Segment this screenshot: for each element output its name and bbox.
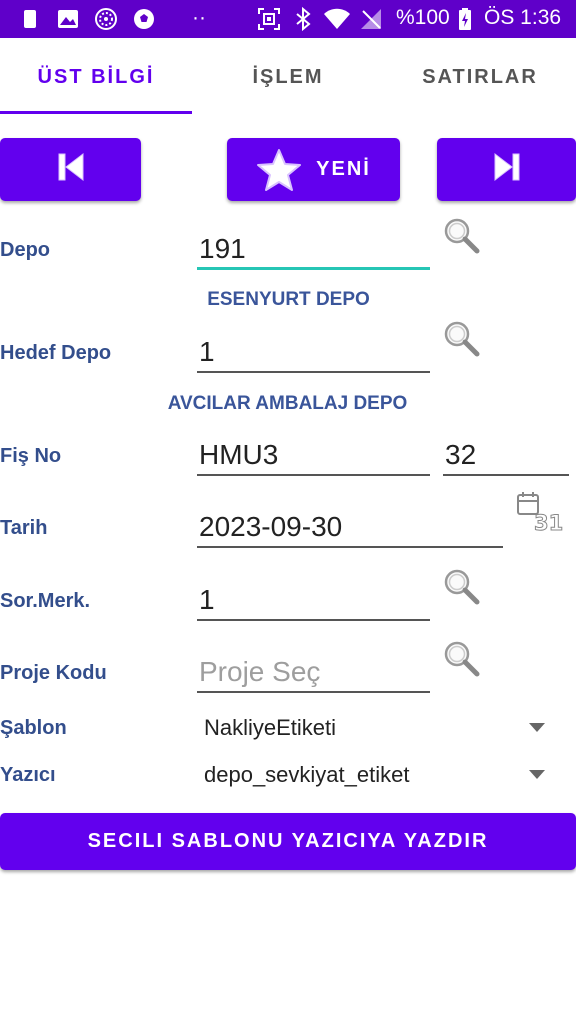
sor-merk-search-icon[interactable] (443, 568, 483, 608)
proje-kodu-label: Proje Kodu (0, 662, 107, 684)
proje-kodu-input[interactable]: Proje Seç (197, 653, 430, 693)
next-record-button[interactable] (437, 138, 576, 201)
no-signal-icon (358, 7, 384, 31)
sor-merk-input[interactable]: 1 (197, 581, 430, 621)
sablon-label: Şablon (0, 717, 67, 739)
nfc-scan-icon (256, 7, 282, 31)
soccer-ball-icon (131, 7, 157, 31)
tab-islem[interactable]: İŞLEM (192, 38, 384, 116)
battery-percentage: %100 (396, 6, 450, 29)
sablon-spinner[interactable]: NakliyeEtiketi (197, 708, 557, 748)
hedef-depo-label: Hedef Depo (0, 342, 112, 364)
bluetooth-icon (292, 7, 314, 31)
image-icon (55, 7, 81, 31)
calendar-icon[interactable]: 31 (516, 490, 564, 538)
more-notifications-dots: ·· (192, 6, 206, 29)
depo-description: ESENYURT DEPO (207, 289, 370, 310)
sim-card-icon (20, 7, 40, 31)
tab-satirlar[interactable]: SATIRLAR (384, 38, 576, 116)
pinwheel-icon (93, 7, 119, 31)
yazici-spinner[interactable]: depo_sevkiyat_etiket (197, 755, 557, 795)
depo-search-icon[interactable] (443, 217, 483, 257)
status-time: ÖS 1:36 (484, 6, 562, 29)
depo-label: Depo (0, 239, 50, 261)
tarih-input[interactable]: 2023-09-30 (197, 508, 503, 548)
new-record-button[interactable]: YENİ (227, 138, 400, 201)
status-bar: ·· %100 ÖS 1:36 (0, 0, 576, 38)
tab-ust-bilgi[interactable]: ÜST BİLGİ (0, 38, 192, 116)
yazici-selected-value: depo_sevkiyat_etiket (204, 762, 410, 787)
star-icon (256, 148, 302, 192)
tab-indicator (0, 111, 192, 114)
previous-record-button[interactable] (0, 138, 141, 201)
skip-previous-icon (58, 152, 84, 186)
new-record-label: YENİ (316, 158, 371, 180)
tab-bar: ÜST BİLGİ İŞLEM SATIRLAR (0, 38, 576, 116)
sablon-selected-value: NakliyeEtiketi (204, 715, 337, 740)
fis-no-label: Fiş No (0, 445, 62, 467)
yazici-label: Yazıcı (0, 764, 56, 786)
depo-input[interactable]: 191 (197, 230, 430, 270)
calendar-day: 31 (533, 511, 564, 536)
fis-no-series-input[interactable]: HMU3 (197, 436, 430, 476)
wifi-icon (322, 7, 352, 31)
battery-charging-icon (457, 7, 473, 31)
sor-merk-label: Sor.Merk. (0, 590, 91, 612)
hedef-depo-description: AVCILAR AMBALAJ DEPO (167, 393, 408, 414)
hedef-depo-input[interactable]: 1 (197, 333, 430, 373)
sablon-dropdown-arrow-icon (529, 723, 545, 732)
tarih-label: Tarih (0, 517, 48, 539)
yazici-dropdown-arrow-icon (529, 770, 545, 779)
hedef-depo-search-icon[interactable] (443, 320, 483, 360)
print-template-button[interactable]: SECILI SABLONU YAZICIYA YAZDIR (0, 813, 576, 870)
fis-no-number-input[interactable]: 32 (443, 436, 569, 476)
proje-kodu-search-icon[interactable] (443, 640, 483, 680)
skip-next-icon (494, 152, 520, 186)
